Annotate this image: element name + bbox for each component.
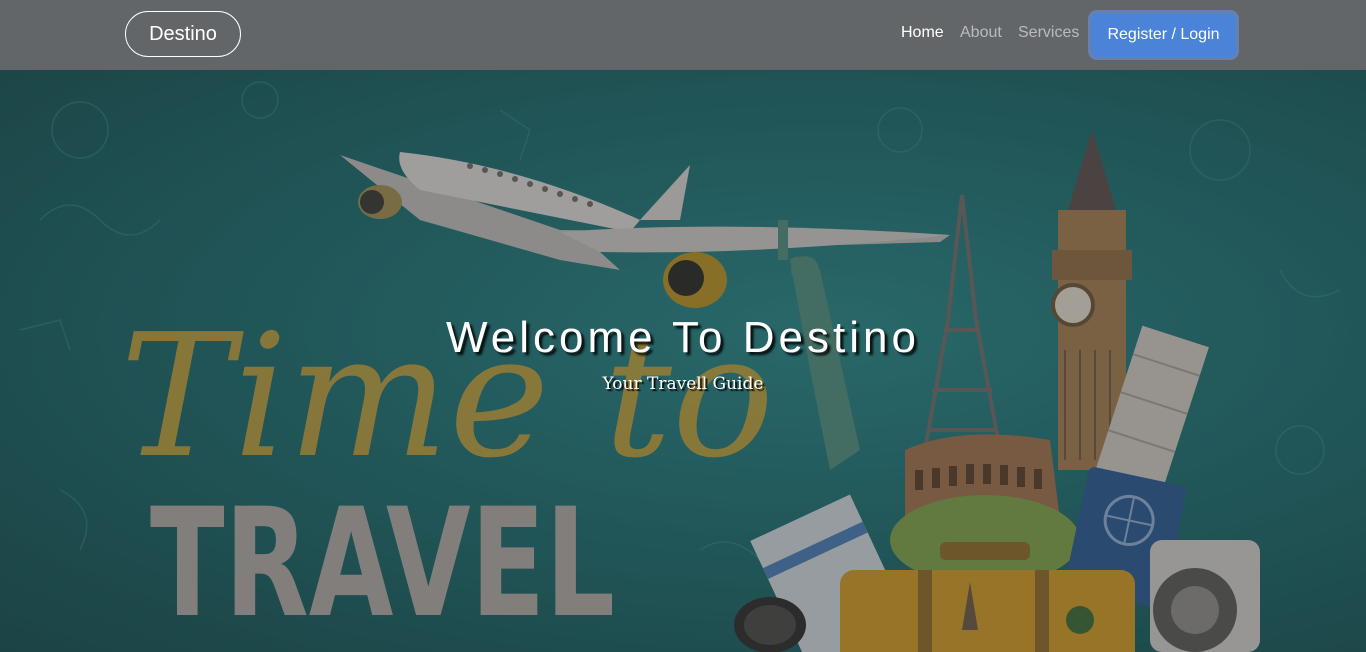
navbar: Destino Home About Services Register / L… <box>0 0 1366 70</box>
nav-link-about[interactable]: About <box>960 24 1002 42</box>
nav-link-home[interactable]: Home <box>901 24 944 42</box>
hero-title: Welcome To Destino <box>446 313 920 362</box>
hero-section: Time to TRAVEL Welcome To Destino Your T… <box>0 70 1366 652</box>
nav-link-services[interactable]: Services <box>1018 24 1079 42</box>
hero-subtitle: Your Travell Guide <box>602 374 764 394</box>
register-login-button[interactable]: Register / Login <box>1091 13 1236 57</box>
brand-logo-button[interactable]: Destino <box>125 11 241 57</box>
